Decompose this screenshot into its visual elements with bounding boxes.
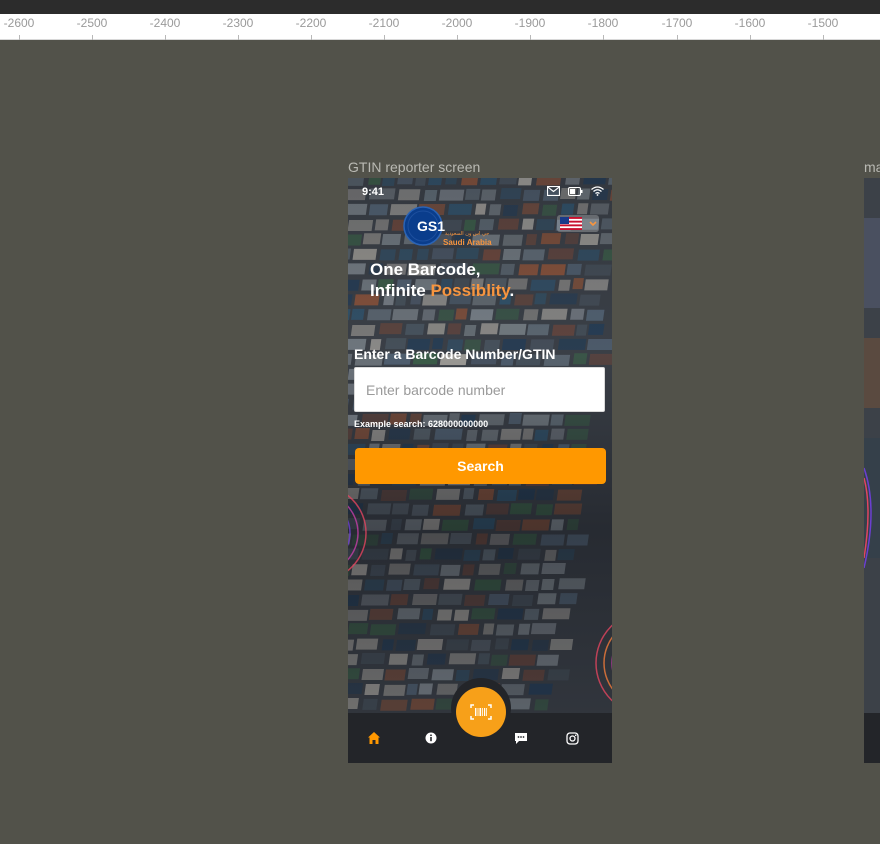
logo-brand: GS1 xyxy=(417,218,445,234)
frame-label-gtin-reporter[interactable]: GTIN reporter screen xyxy=(348,159,480,175)
ruler-tick: -2000 xyxy=(442,14,472,40)
home-icon xyxy=(368,732,380,744)
gs1-saudi-logo: GS1 جي اس ون السعودية Saudi Arabia xyxy=(403,206,492,247)
headline-accent: Possiblity xyxy=(430,281,510,300)
barcode-scan-icon xyxy=(470,704,492,720)
headline-line2: Infinite Possiblity. xyxy=(370,281,515,300)
decorative-arcs-left xyxy=(348,494,367,572)
ruler-tick: -2400 xyxy=(150,14,180,40)
ruler: -2600 -2500 -2400 -2300 -2200 -2100 -200… xyxy=(0,14,880,40)
ruler-tick: -1700 xyxy=(662,14,692,40)
nav-instagram[interactable] xyxy=(562,728,582,748)
scan-barcode-button[interactable] xyxy=(456,687,506,737)
chat-icon xyxy=(515,732,527,744)
logo-arabic: جي اس ون السعودية xyxy=(445,231,489,237)
top-bar xyxy=(0,0,880,14)
info-icon xyxy=(425,732,437,744)
wifi-icon xyxy=(591,186,604,196)
nav-info[interactable] xyxy=(421,728,441,748)
ruler-tick: -1800 xyxy=(588,14,618,40)
decorative-arcs-right xyxy=(595,624,612,702)
status-bar: 9:41 xyxy=(348,178,612,206)
second-frame-partial[interactable] xyxy=(864,178,880,763)
ruler-tick: -1900 xyxy=(515,14,545,40)
chevron-down-icon xyxy=(589,221,597,227)
us-flag-icon xyxy=(560,217,597,230)
ruler-tick: -2600 xyxy=(4,14,34,40)
ruler-tick: -1600 xyxy=(735,14,765,40)
example-search-text: Example search: 628000000000 xyxy=(354,419,489,429)
ruler-tick: -2200 xyxy=(296,14,326,40)
ruler-tick: -2100 xyxy=(369,14,399,40)
barcode-input[interactable] xyxy=(354,367,605,412)
status-time: 9:41 xyxy=(362,186,385,198)
instagram-icon xyxy=(565,731,579,745)
nav-chat[interactable] xyxy=(511,728,531,748)
nav-home[interactable] xyxy=(364,728,384,748)
frame-label-second[interactable]: ma xyxy=(864,159,880,175)
barcode-input-label: Enter a Barcode Number/GTIN xyxy=(354,346,556,362)
headline-line1: One Barcode, xyxy=(370,260,481,279)
search-button[interactable]: Search xyxy=(355,448,606,484)
second-frame-background xyxy=(864,178,880,763)
battery-icon xyxy=(568,186,583,196)
ruler-tick: -2300 xyxy=(223,14,253,40)
gtin-reporter-frame[interactable]: 9:41 GS1 جي اس ون السعودية Saudi Arabia … xyxy=(348,178,612,763)
logo-subtitle: Saudi Arabia xyxy=(443,238,492,247)
ruler-tick: -2500 xyxy=(77,14,107,40)
language-selector[interactable] xyxy=(557,215,599,232)
ruler-tick: -1500 xyxy=(808,14,838,40)
headline: One Barcode, Infinite Possiblity. xyxy=(370,259,514,301)
mail-icon xyxy=(547,186,560,196)
